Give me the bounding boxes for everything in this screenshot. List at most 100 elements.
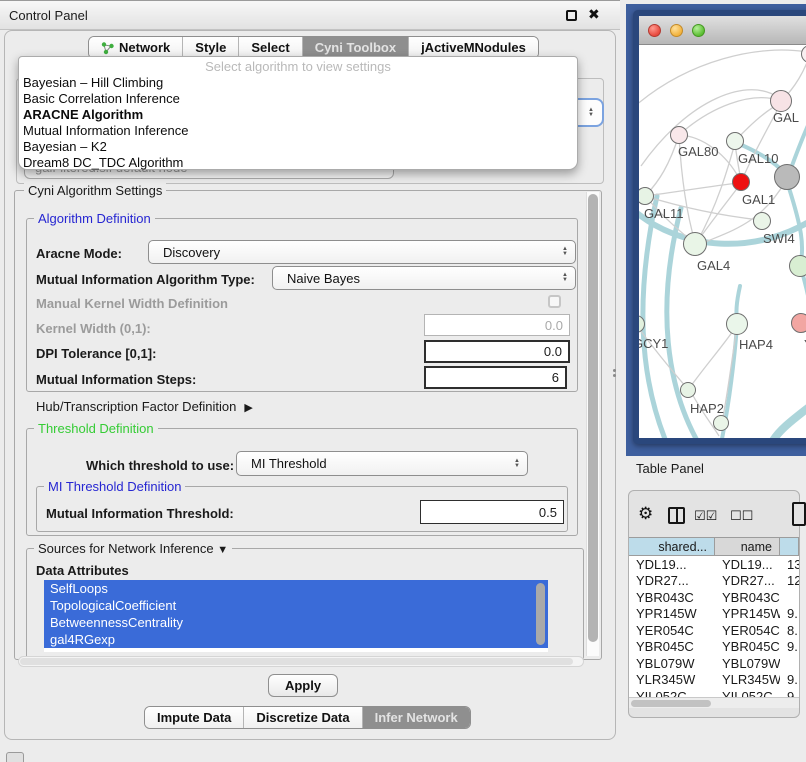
dropdown-hint: Select algorithm to view settings — [19, 59, 577, 74]
table-row[interactable]: YER054CYER054C8. — [629, 622, 799, 639]
attribute-list-item[interactable]: gal4RGexp — [44, 631, 548, 648]
which-threshold-value: MI Threshold — [237, 456, 327, 471]
node-label-hap2: HAP2 — [690, 401, 724, 416]
column-header-partial[interactable] — [780, 538, 799, 555]
dropdown-item[interactable]: Basic Correlation Inference — [23, 91, 573, 107]
document-icon[interactable] — [792, 502, 806, 526]
tab-network[interactable]: Network — [89, 37, 182, 58]
scrollbar-thumb[interactable] — [631, 700, 711, 707]
table-cell: YER054C — [715, 622, 780, 639]
network-canvas[interactable]: GALGAL80GAL10GAL1GAL11SWI4GAL4GCY1HAP4YH… — [639, 46, 806, 444]
table-row[interactable]: YBR043CYBR043C — [629, 589, 799, 606]
network-node[interactable] — [774, 164, 800, 190]
deselect-all-icon[interactable]: ☐☐ — [730, 508, 753, 524]
hub-definition-toggle[interactable]: Hub/Transcription Factor Definition▶ — [36, 399, 253, 414]
network-window-titlebar[interactable] — [639, 16, 806, 45]
table-row[interactable]: YLR345WYLR345W9. — [629, 672, 799, 689]
tab-jactivemnodules[interactable]: jActiveMNodules — [408, 37, 538, 58]
mi-steps-label: Mutual Information Steps: — [36, 372, 196, 387]
tab-label: Network — [119, 40, 170, 55]
network-node-gal80[interactable] — [670, 126, 688, 144]
panel-splitter-handle[interactable] — [613, 369, 616, 372]
close-traffic-light-icon[interactable] — [648, 24, 661, 37]
table-cell: 9. — [780, 672, 799, 689]
restore-window-icon[interactable] — [566, 10, 577, 21]
minimized-panel-icon[interactable] — [6, 752, 24, 762]
network-view-window[interactable]: GALGAL80GAL10GAL1GAL11SWI4GAL4GCY1HAP4YH… — [633, 10, 806, 444]
apply-button[interactable]: Apply — [268, 674, 338, 697]
minimize-traffic-light-icon[interactable] — [670, 24, 683, 37]
data-attributes-list[interactable]: SelfLoopsTopologicalCoefficientBetweenne… — [44, 580, 548, 652]
network-node-y[interactable] — [791, 313, 806, 333]
mi-threshold-field[interactable]: 0.5 — [420, 500, 564, 524]
node-label-hap4: HAP4 — [739, 337, 773, 352]
dropdown-item[interactable]: Bayesian – K2 — [23, 139, 573, 155]
list-scrollbar-thumb[interactable] — [536, 583, 545, 645]
network-node-gal10[interactable] — [726, 132, 744, 150]
table-row[interactable]: YBR045CYBR045C9. — [629, 639, 799, 656]
table-header-row: shared... name — [629, 537, 799, 556]
kernel-width-field[interactable]: 0.0 — [424, 314, 570, 336]
table-row[interactable]: YBL079WYBL079W — [629, 655, 799, 672]
table-cell: YDL19... — [629, 556, 715, 573]
close-window-icon[interactable]: ✖ — [588, 6, 600, 23]
which-threshold-select[interactable]: MI Threshold ▲▼ — [236, 451, 528, 476]
tab-impute-data[interactable]: Impute Data — [145, 707, 243, 728]
table-cell: 9. — [780, 639, 799, 656]
table-panel-title: Table Panel — [636, 461, 704, 476]
table-horizontal-scrollbar[interactable] — [629, 697, 799, 708]
mi-steps-field[interactable]: 6 — [424, 366, 567, 389]
table-row[interactable]: YDL19...YDL19...13 — [629, 556, 799, 573]
network-node-swi4[interactable] — [753, 212, 771, 230]
network-node-gal1[interactable] — [732, 173, 750, 191]
dropdown-item[interactable]: Bayesian – Hill Climbing — [23, 75, 573, 91]
attribute-list-item[interactable]: BetweennessCentrality — [44, 614, 548, 631]
table-cell: YBR045C — [715, 639, 780, 656]
mi-type-select[interactable]: Naive Bayes ▲▼ — [272, 266, 576, 290]
table-row[interactable]: YPR145WYPR145W9. — [629, 606, 799, 623]
tab-cyni-toolbox[interactable]: Cyni Toolbox — [302, 37, 408, 58]
zoom-traffic-light-icon[interactable] — [692, 24, 705, 37]
settings-vertical-scrollbar[interactable] — [586, 192, 599, 656]
aracne-mode-select[interactable]: Discovery ▲▼ — [148, 240, 576, 264]
dropdown-item[interactable]: ARACNE Algorithm — [23, 107, 573, 123]
dpi-tolerance-field[interactable]: 0.0 — [424, 340, 570, 363]
select-all-icon[interactable]: ☑☑ — [694, 508, 717, 524]
mi-type-label: Mutual Information Algorithm Type: — [36, 272, 255, 287]
attribute-list-item[interactable]: TopologicalCoefficient — [44, 597, 548, 614]
manual-kernel-label: Manual Kernel Width Definition — [36, 296, 228, 311]
tab-discretize-data[interactable]: Discretize Data — [243, 707, 361, 728]
scrollbar-thumb[interactable] — [20, 658, 573, 665]
network-node-gal[interactable] — [770, 90, 792, 112]
tab-select[interactable]: Select — [238, 37, 301, 58]
network-node-gal4[interactable] — [683, 232, 707, 256]
gear-icon[interactable]: ⚙ — [638, 504, 653, 524]
network-node[interactable] — [789, 255, 806, 277]
manual-kernel-checkbox[interactable] — [548, 295, 561, 308]
table-row[interactable]: YIL052CYIL052C9 — [629, 688, 799, 697]
dropdown-item[interactable]: Dream8 DC_TDC Algorithm — [23, 155, 573, 171]
kernel-width-label: Kernel Width (0,1): — [36, 321, 151, 336]
table-cell: YBR043C — [629, 589, 715, 606]
tab-infer-network[interactable]: Infer Network — [362, 707, 470, 728]
network-node[interactable] — [713, 415, 729, 431]
settings-horizontal-scrollbar[interactable] — [18, 656, 584, 667]
which-threshold-label: Which threshold to use: — [86, 458, 234, 473]
sources-legend[interactable]: Sources for Network Inference ▼ — [34, 541, 232, 556]
tab-style[interactable]: Style — [182, 37, 238, 58]
column-header-name[interactable]: name — [715, 538, 780, 555]
data-attributes-label: Data Attributes — [36, 563, 129, 578]
node-label-gal1: GAL1 — [742, 192, 775, 207]
network-node-hap4[interactable] — [726, 313, 748, 335]
dropdown-item[interactable]: Mutual Information Inference — [23, 123, 573, 139]
attribute-list-item[interactable]: SelfLoops — [44, 580, 548, 597]
table-cell: YLR345W — [629, 672, 715, 689]
cyni-settings-legend: Cyni Algorithm Settings — [24, 183, 166, 198]
scrollbar-thumb[interactable] — [588, 194, 598, 642]
table-cell: YER054C — [629, 622, 715, 639]
column-header-shared-name[interactable]: shared... — [629, 538, 715, 555]
network-node-hap2[interactable] — [680, 382, 696, 398]
table-row[interactable]: YDR27...YDR27...12 — [629, 573, 799, 590]
dropdown-items: Bayesian – Hill ClimbingBasic Correlatio… — [23, 75, 573, 171]
columns-icon[interactable] — [668, 507, 685, 524]
